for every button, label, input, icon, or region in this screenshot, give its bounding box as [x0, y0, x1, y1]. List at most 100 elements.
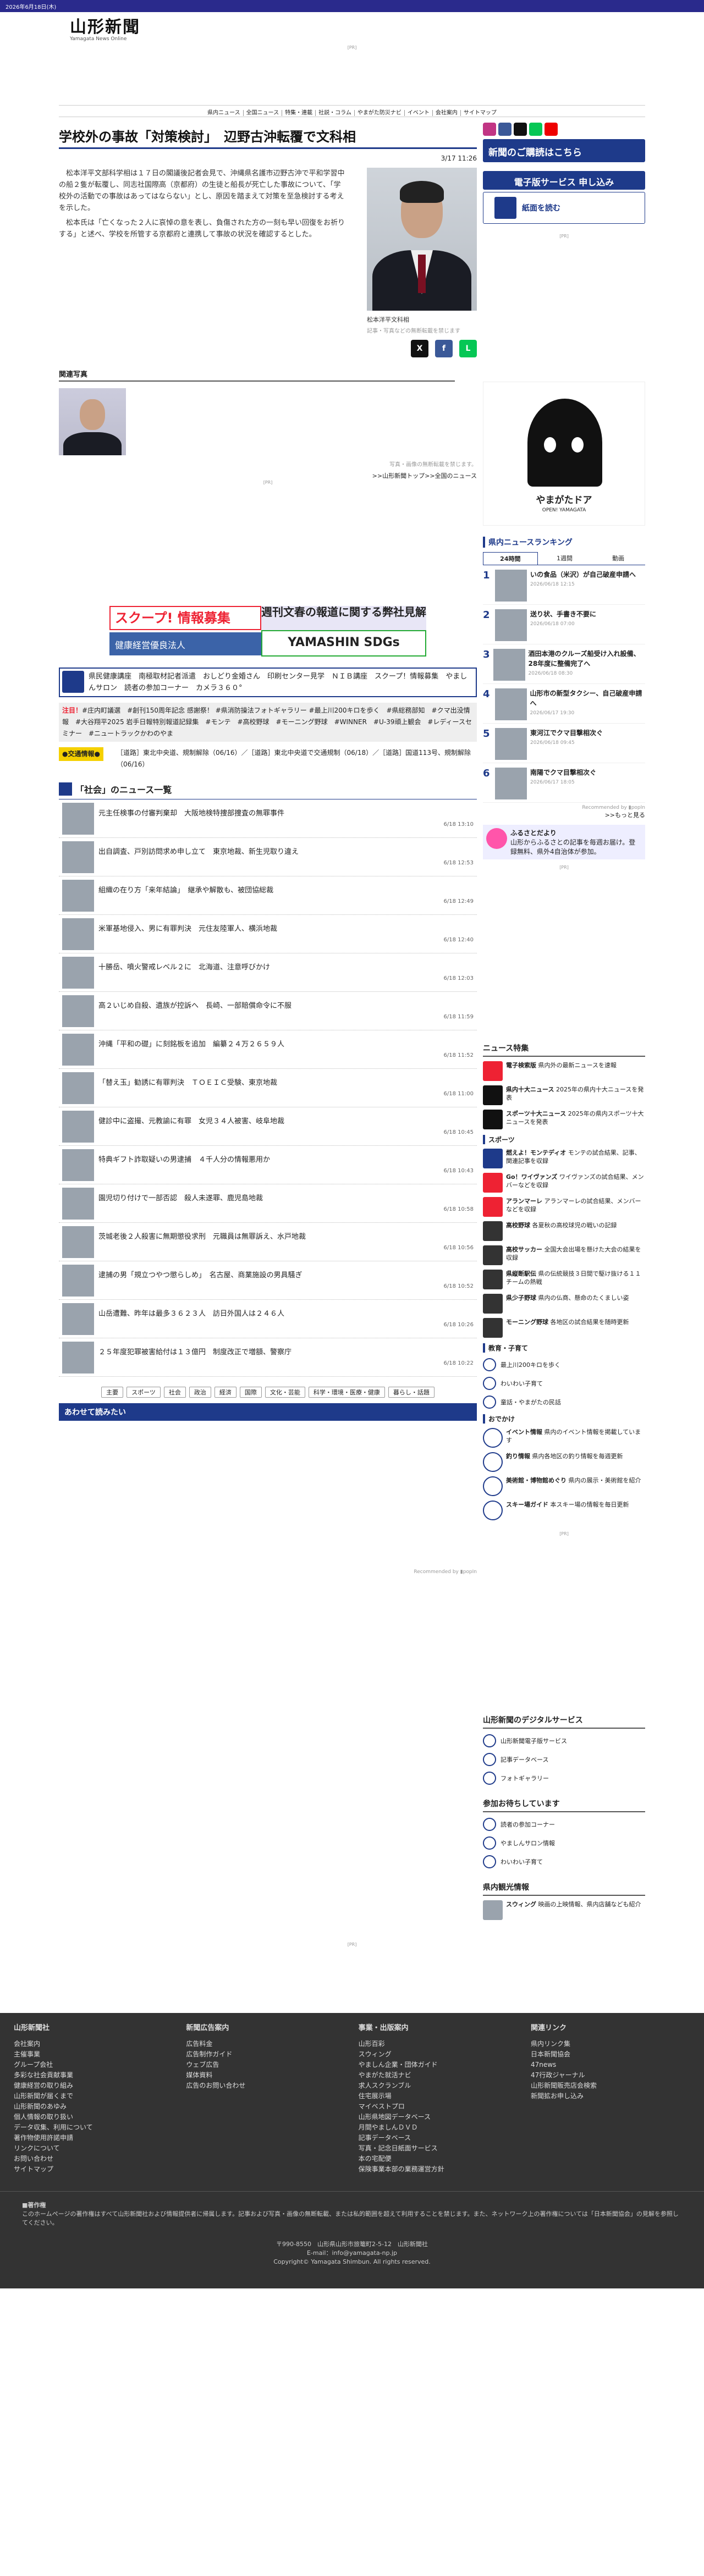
ranking-item[interactable]: 6 南陽でクマ目撃相次ぐ 2026/06/17 18:05 — [483, 763, 645, 803]
read-paper-button[interactable]: 紙面を読む — [483, 192, 645, 224]
list-item[interactable]: 元主任検事の付審判棄却 大阪地検特捜部捜査の無罪事件 6/18 13:10 — [59, 799, 477, 838]
sports-item[interactable]: 県縦断駅伝 県の伝統競技３日間で駆け抜ける１１チームの熱戦 — [483, 1270, 645, 1289]
category-main[interactable]: 主要 — [101, 1387, 124, 1398]
sports-item[interactable]: モーニング野球 各地区の試合結果を随時更新 — [483, 1318, 645, 1338]
sports-item[interactable]: Go！ワイヴァンズ ワイヴァンズの試合結果、メンバーなどを収録 — [483, 1173, 645, 1193]
footer-link[interactable]: 写真・記念日紙面サービス — [359, 2143, 518, 2154]
footer-link[interactable]: 健康経営の取り組み — [14, 2081, 173, 2091]
footer-link[interactable]: スウィング — [359, 2049, 518, 2060]
footer-link[interactable]: 本の宅配便 — [359, 2154, 518, 2164]
yamagata-door-banner[interactable]: やまがたドア OPEN! YAMAGATA — [483, 382, 645, 526]
nav-item-bosai[interactable]: やまがた防災ナビ — [354, 110, 405, 116]
footer-link[interactable]: リンクについて — [14, 2143, 173, 2154]
footer-link[interactable]: 記事データベース — [359, 2133, 518, 2143]
join-item[interactable]: やましんサロン情報 — [483, 1836, 645, 1850]
list-item[interactable]: 十勝岳、噴火警戒レベル２に 北海道、注意呼びかけ 6/18 12:03 — [59, 953, 477, 992]
join-item[interactable]: 読者の参加コーナー — [483, 1818, 645, 1831]
outing-item[interactable]: 美術館・博物館めぐり 県内の展示・美術館を紹介 — [483, 1476, 645, 1496]
traffic-text[interactable]: ［道路］東北中央道、規制解除（06/16）／［道路］東北中央道で交通規制（06/… — [117, 747, 477, 770]
outing-item[interactable]: スキー場ガイド 本スキー場の情報を毎日更新 — [483, 1501, 645, 1520]
digital-item[interactable]: フォトギャラリー — [483, 1772, 645, 1785]
footer-link[interactable]: 会社案内 — [14, 2039, 173, 2049]
feature-item[interactable]: スポーツ十大ニュース 2025年の県内スポーツ十大ニュースを発表 — [483, 1110, 645, 1129]
email[interactable]: E-mail：info@yamagata-np.jp — [0, 2249, 704, 2258]
ranking-item[interactable]: 5 東河江でクマ目撃相次ぐ 2026/06/18 09:45 — [483, 724, 645, 763]
footer-link[interactable]: 主催事業 — [14, 2049, 173, 2060]
footer-link[interactable]: 山形新聞のあゆみ — [14, 2101, 173, 2112]
category-sports[interactable]: スポーツ — [127, 1387, 161, 1398]
list-item[interactable]: 山岳遭難、昨年は最多３６２３人 訪日外国人は２４６人 6/18 10:26 — [59, 1300, 477, 1338]
sports-item[interactable]: 燃えよ！モンテディオ モンテの試合結果、記事、関連記事を収録 — [483, 1149, 645, 1168]
e-edition-button[interactable]: 電子版サービス 申し込み — [483, 171, 645, 190]
footer-link[interactable]: 日本新聞協会 — [531, 2049, 690, 2060]
list-item[interactable]: 「替え玉」勧誘に有罪判決 ＴＯＥＩＣ受験、東京地裁 6/18 11:00 — [59, 1069, 477, 1107]
footer-link[interactable]: 広告料金 — [186, 2039, 345, 2049]
photo-image[interactable] — [367, 168, 477, 311]
nav-item-local[interactable]: 県内ニュース — [205, 110, 244, 116]
instagram-icon[interactable] — [483, 123, 496, 136]
footer-link[interactable]: 多彩な社会貢献事業 — [14, 2070, 173, 2081]
footer-link[interactable]: 媒体資料 — [186, 2070, 345, 2081]
list-item[interactable]: 出自調査、戸別訪問求め申し立て 東京地裁、新生児取り違え 6/18 12:53 — [59, 838, 477, 876]
nav-item-company[interactable]: 会社案内 — [432, 110, 461, 116]
footer-link[interactable]: 山形県地図データベース — [359, 2112, 518, 2122]
sdgs-banner[interactable]: YAMASHIN SDGs — [261, 630, 426, 657]
scoop-banner[interactable]: スクープ! 情報募集 — [109, 606, 261, 630]
footer-link[interactable]: マイベストプロ — [359, 2101, 518, 2112]
tab-24h[interactable]: 24時間 — [483, 552, 538, 565]
feature-item[interactable]: 電子検索版 県内外の最新ニュースを速報 — [483, 1061, 645, 1081]
footer-link[interactable]: 山形新聞販売店会検索 — [531, 2081, 690, 2091]
ranking-item[interactable]: 2 送り状、手書き不要に 2026/06/18 07:00 — [483, 605, 645, 644]
list-item[interactable]: 園児切り付けで一部否認 殺人未遂罪、鹿児島地裁 6/18 10:58 — [59, 1184, 477, 1223]
list-item[interactable]: ２５年度犯罪被害給付は１３億円 制度改正で増額、警察庁 6/18 10:22 — [59, 1338, 477, 1377]
digital-item[interactable]: 記事データベース — [483, 1753, 645, 1766]
footer-link[interactable]: サイトマップ — [14, 2164, 173, 2175]
category-science[interactable]: 科学・環境・医療・健康 — [308, 1387, 385, 1398]
facebook-share-icon[interactable]: f — [435, 340, 453, 357]
list-item[interactable]: 茨城老後２人殺害に無期懲役求刑 元職員は無罪訴え、水戸地裁 6/18 10:56 — [59, 1223, 477, 1261]
list-item[interactable]: 組織の在り方「来年結論」 継承や解散も、被団協総裁 6/18 12:49 — [59, 876, 477, 915]
facebook-icon[interactable] — [498, 123, 512, 136]
outing-item[interactable]: イベント情報 県内のイベント情報を掲載しています — [483, 1428, 645, 1448]
feature-item[interactable]: 県内十大ニュース 2025年の県内十大ニュースを発表 — [483, 1085, 645, 1105]
list-item[interactable]: 米軍基地侵入、男に有罪判決 元住友陸軍人、横浜地裁 6/18 12:40 — [59, 915, 477, 953]
footer-link[interactable]: 山形百彩 — [359, 2039, 518, 2049]
sports-item[interactable]: アランマーレ アランマーレの試合結果、メンバーなどを収録 — [483, 1197, 645, 1217]
footer-link[interactable]: 広告制作ガイド — [186, 2049, 345, 2060]
edu-item[interactable]: 最上川200キロを歩く — [483, 1358, 645, 1371]
category-world[interactable]: 国際 — [239, 1387, 262, 1398]
footer-link[interactable]: やましん企業・団体ガイド — [359, 2060, 518, 2070]
footer-link[interactable]: 県内リンク集 — [531, 2039, 690, 2049]
bunshun-banner[interactable]: 週刊文春の報道に関する弊社見解 — [261, 606, 426, 630]
nav-item-national[interactable]: 全国ニュース — [243, 110, 283, 116]
list-item[interactable]: 健診中に盗撮、元教諭に有罪 女児３４人被害、岐阜地裁 6/18 10:45 — [59, 1107, 477, 1146]
footer-link[interactable]: 保険事業本部の業務運営方針 — [359, 2164, 518, 2175]
ranking-credit[interactable]: Recommended by ▮popIn — [483, 805, 645, 810]
join-item[interactable]: わいわい子育て — [483, 1855, 645, 1868]
footer-link[interactable]: 求人スクランブル — [359, 2081, 518, 2091]
sports-item[interactable]: 高校野球 各夏秋の高校球児の戦いの記録 — [483, 1221, 645, 1241]
sports-item[interactable]: 県少子野球 県内の仏商、懸命のたくましい姿 — [483, 1294, 645, 1314]
list-item[interactable]: 高２いじめ自殺、遺族が控訴へ 長崎、一部賠償命令に不服 6/18 11:59 — [59, 992, 477, 1030]
category-life[interactable]: 暮らし・話題 — [388, 1387, 435, 1398]
footer-link[interactable]: 47news — [531, 2060, 690, 2070]
breadcrumb[interactable]: >>山形新聞トップ>>全国のニュース — [59, 471, 477, 480]
line-share-icon[interactable]: L — [459, 340, 477, 357]
category-society[interactable]: 社会 — [163, 1387, 186, 1398]
footer-link[interactable]: お問い合わせ — [14, 2154, 173, 2164]
tab-video[interactable]: 動画 — [591, 552, 645, 565]
corner-links-text[interactable]: 県民健康講座 南極取材記者派遣 おしどり金婚さん 印刷センター見学 ＮＩＢ講座 … — [89, 671, 474, 694]
footer-link[interactable]: 住宅展示場 — [359, 2091, 518, 2101]
list-item[interactable]: 沖縄「平和の礎」に刻銘板を追加 編纂２４万２６５９人 6/18 11:52 — [59, 1030, 477, 1069]
x-share-icon[interactable]: X — [411, 340, 428, 357]
edu-item[interactable]: わいわい子育て — [483, 1377, 645, 1390]
line-icon[interactable] — [529, 123, 542, 136]
health-banner[interactable]: 健康経営優良法人 — [109, 632, 261, 655]
hot-tags-text[interactable]: #庄内町議選 #創刊150周年記念 感謝祭！ #県消防操法フォトギャラリー #最… — [62, 707, 472, 737]
footer-link[interactable]: データ収集、利用について — [14, 2122, 173, 2133]
footer-link[interactable]: ウェブ広告 — [186, 2060, 345, 2070]
edu-item[interactable]: 童話・やまがたの民話 — [483, 1395, 645, 1409]
footer-link[interactable]: 個人情報の取り扱い — [14, 2112, 173, 2122]
footer-link[interactable]: 山形新聞が届くまで — [14, 2091, 173, 2101]
tab-1week[interactable]: 1週間 — [538, 552, 592, 565]
